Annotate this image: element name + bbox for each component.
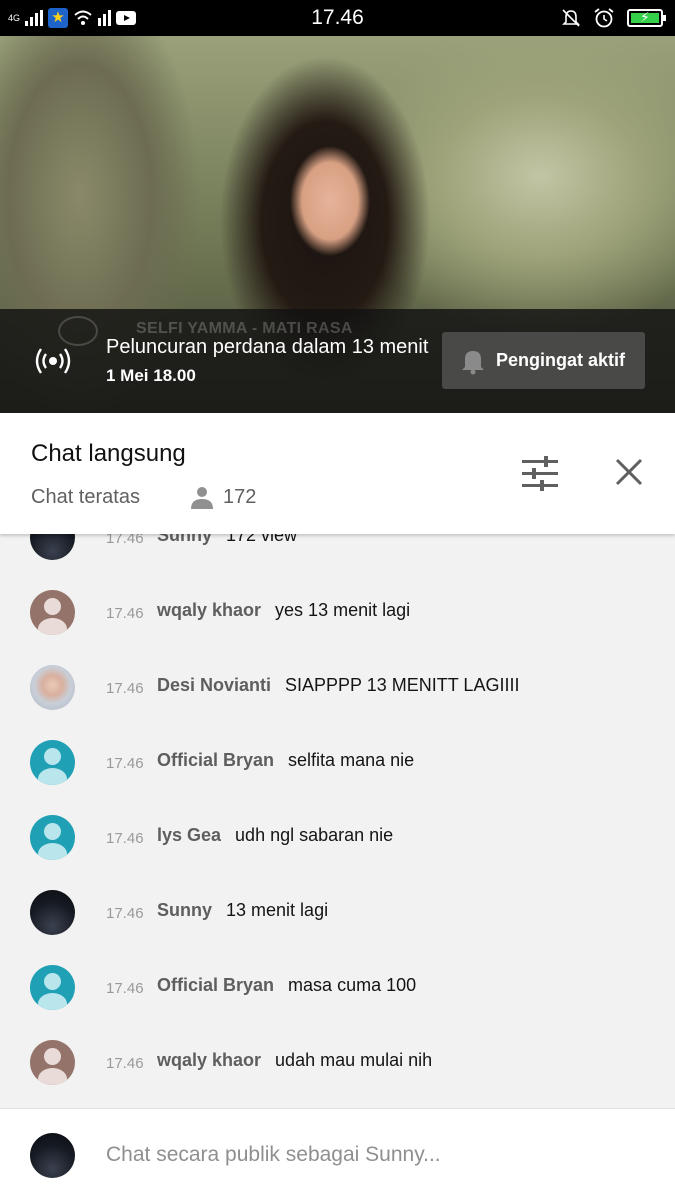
message-author[interactable]: Sunny	[157, 900, 212, 920]
message-author[interactable]: lys Gea	[157, 825, 221, 845]
chat-filter-dropdown[interactable]: Chat teratas	[31, 486, 140, 509]
avatar[interactable]	[30, 815, 75, 860]
message-text: udh ngl sabaran nie	[235, 825, 394, 845]
message-text: udah mau mulai nih	[275, 1050, 433, 1070]
chat-title: Chat langsung	[31, 440, 186, 467]
chat-message: 17.46 Official Bryan masa cuma 100	[0, 962, 675, 1012]
reminder-label: Pengingat aktif	[496, 350, 626, 370]
message-time: 17.46	[106, 755, 144, 772]
message-text: yes 13 menit lagi	[275, 600, 411, 620]
message-text: 172 view	[226, 534, 298, 545]
chat-input-bar	[0, 1108, 675, 1200]
status-right-icons: ⚡	[561, 6, 666, 30]
avatar[interactable]	[30, 1040, 75, 1085]
chat-message: 17.46 Desi Novianti SIAPPPP 13 MENITT LAG…	[0, 662, 675, 712]
chat-messages[interactable]: 17.46 Sunny 172 view 17.46 wqaly khaor yes…	[0, 534, 675, 1108]
battery-charging-icon: ⚡	[627, 9, 666, 27]
chat-message: 17.46 Sunny 13 menit lagi	[0, 887, 675, 937]
status-bar: 4G ★ 17.46 ⚡	[0, 0, 675, 36]
alarm-icon	[594, 8, 614, 28]
avatar[interactable]	[30, 890, 75, 935]
close-icon[interactable]	[612, 455, 646, 489]
message-time: 17.46	[106, 830, 144, 847]
message-time: 17.46	[106, 1055, 144, 1072]
broadcast-icon	[35, 348, 71, 374]
message-author[interactable]: Official Bryan	[157, 975, 274, 995]
chat-message: 17.46 Sunny 172 view	[0, 534, 675, 562]
message-author[interactable]: Official Bryan	[157, 750, 274, 770]
avatar[interactable]	[30, 534, 75, 560]
viewer-count: 172	[223, 486, 257, 508]
avatar[interactable]	[30, 740, 75, 785]
premiere-date: 1 Mei 18.00	[106, 366, 196, 385]
message-time: 17.46	[106, 680, 144, 697]
message-author[interactable]: wqaly khaor	[157, 1050, 261, 1070]
chat-message: 17.46 wqaly khaor udah mau mulai nih	[0, 1037, 675, 1087]
avatar[interactable]	[30, 965, 75, 1010]
message-text: 13 menit lagi	[226, 900, 329, 920]
premiere-countdown: Peluncuran perdana dalam 13 menit	[106, 336, 429, 358]
own-avatar	[30, 1133, 75, 1178]
message-author[interactable]: wqaly khaor	[157, 600, 261, 620]
video-player[interactable]: SELFI YAMMA - MATI RASA Peluncuran perda…	[0, 36, 675, 413]
message-text: masa cuma 100	[288, 975, 417, 995]
message-time: 17.46	[106, 605, 144, 622]
message-text: SIAPPPP 13 MENITT LAGIIII	[285, 675, 520, 695]
avatar[interactable]	[30, 590, 75, 635]
message-author[interactable]: Sunny	[157, 534, 212, 545]
chat-message: 17.46 lys Gea udh ngl sabaran nie	[0, 812, 675, 862]
avatar[interactable]	[30, 665, 75, 710]
message-text: selfita mana nie	[288, 750, 415, 770]
bell-icon	[462, 350, 484, 374]
settings-sliders-icon[interactable]	[520, 455, 560, 491]
message-author[interactable]: Desi Novianti	[157, 675, 271, 695]
message-time: 17.46	[106, 905, 144, 922]
chat-message: 17.46 Official Bryan selfita mana nie	[0, 737, 675, 787]
reminder-button[interactable]: Pengingat aktif	[442, 332, 645, 389]
message-time: 17.46	[106, 980, 144, 997]
silent-bell-icon	[562, 9, 580, 27]
chat-message: 17.46 wqaly khaor yes 13 menit lagi	[0, 587, 675, 637]
chat-input[interactable]	[106, 1139, 646, 1171]
chat-header: Chat langsung Chat teratas 172	[0, 413, 675, 534]
person-icon	[191, 487, 213, 509]
message-time: 17.46	[106, 534, 144, 547]
